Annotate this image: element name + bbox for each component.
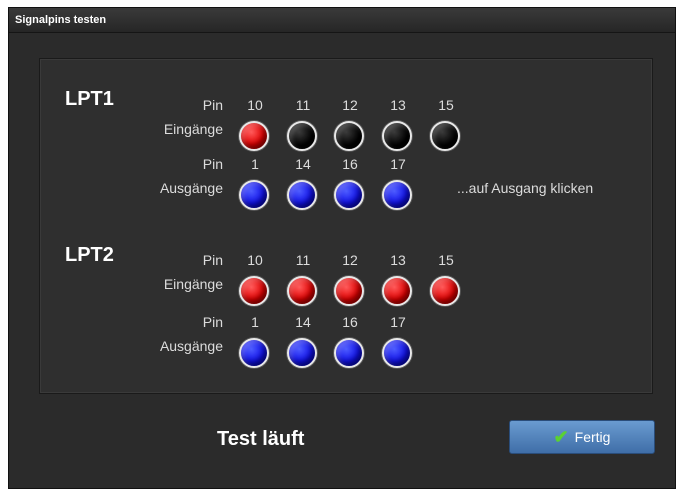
lpt2-input-pin-number: 13	[390, 252, 406, 268]
lpt1-output-pin-label: Pin	[202, 156, 223, 172]
lpt1-title: LPT1	[65, 88, 114, 110]
lpt1-outputs-label: Ausgänge	[159, 180, 223, 196]
checkmark-icon: ✔	[553, 426, 569, 447]
lpt1-input-pin-number: 13	[390, 97, 406, 113]
lpt2-input-led	[382, 276, 412, 306]
lpt2-output-button[interactable]	[382, 338, 412, 368]
lpt2-input-pin-number: 15	[438, 252, 454, 268]
lpt1-input-pin-number: 12	[342, 97, 358, 113]
lpt1-output-button[interactable]	[382, 180, 412, 210]
lpt2-input-pin-number: 12	[342, 252, 358, 268]
lpt1-inputs-label: Eingänge	[163, 121, 223, 137]
dialog-window: Signalpins testen LPT1 Pin 10 11 12 13 1…	[8, 7, 676, 489]
lpt2-input-pin-number: 10	[247, 252, 263, 268]
lpt2-output-pin-label: Pin	[202, 314, 223, 330]
lpt1-output-pin-number: 16	[342, 156, 358, 172]
lpt2-output-button[interactable]	[287, 338, 317, 368]
lpt2-output-button[interactable]	[334, 338, 364, 368]
lpt2-outputs-label: Ausgänge	[159, 338, 223, 354]
finish-button-label: Fertig	[574, 429, 611, 445]
lpt2-input-led	[239, 276, 269, 306]
lpt2-input-led	[287, 276, 317, 306]
lpt1-input-led	[430, 121, 460, 151]
lpt1-output-pin-number: 17	[390, 156, 406, 172]
lpt1-input-pin-number: 15	[438, 97, 454, 113]
finish-button[interactable]: ✔ Fertig	[509, 420, 655, 454]
lpt1-output-button[interactable]	[334, 180, 364, 210]
lpt1-output-pin-number: 1	[251, 156, 259, 172]
lpt1-output-button[interactable]	[239, 180, 269, 210]
lpt1-input-pin-number: 10	[247, 97, 263, 113]
lpt1-input-pin-label: Pin	[202, 97, 223, 113]
test-status: Test läuft	[217, 428, 305, 450]
lpt2-input-pin-label: Pin	[202, 252, 223, 268]
lpt1-input-led	[334, 121, 364, 151]
lpt1-input-led	[239, 121, 269, 151]
lpt2-output-pin-number: 14	[295, 314, 311, 330]
lpt1-output-pin-number: 14	[295, 156, 311, 172]
lpt2-title: LPT2	[65, 244, 114, 266]
lpt2-inputs-label: Eingänge	[163, 276, 223, 292]
lpt1-input-led	[382, 121, 412, 151]
lpt2-input-led	[430, 276, 460, 306]
lpt1-output-button[interactable]	[287, 180, 317, 210]
lpt2-input-led	[334, 276, 364, 306]
lpt1-input-pin-number: 11	[295, 97, 311, 113]
lpt2-output-pin-number: 1	[251, 314, 259, 330]
output-hint: ...auf Ausgang klicken	[457, 180, 594, 196]
lpt2-output-pin-number: 17	[390, 314, 406, 330]
lpt2-output-pin-number: 16	[342, 314, 358, 330]
lpt2-input-pin-number: 11	[295, 252, 311, 268]
lpt2-output-button[interactable]	[239, 338, 269, 368]
window-title: Signalpins testen	[9, 8, 675, 33]
lpt1-input-led	[287, 121, 317, 151]
